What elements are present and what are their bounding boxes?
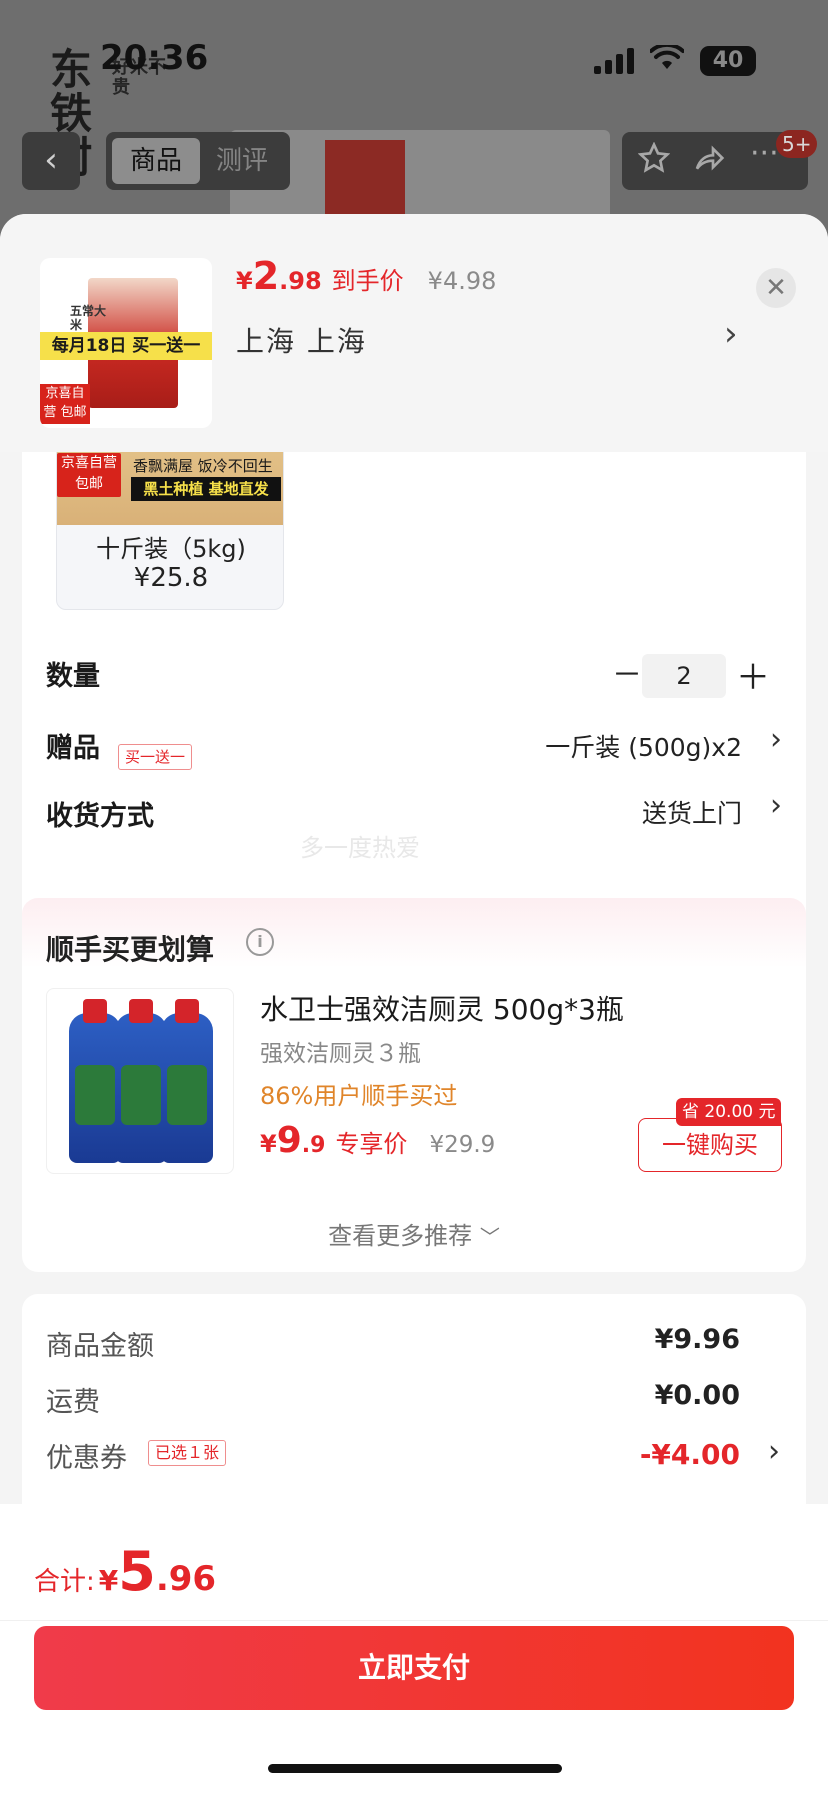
battery-icon: 40 xyxy=(700,46,756,76)
price-decimal: .98 xyxy=(279,267,322,295)
price-currency: ¥ xyxy=(236,267,253,295)
rec-original-price: ¥29.9 xyxy=(429,1132,496,1158)
close-icon: ✕ xyxy=(765,273,787,303)
rec-price-decimal: .9 xyxy=(301,1133,326,1158)
recommend-product-name[interactable]: 水卫士强效洁厕灵 500g*3瓶 xyxy=(260,988,624,1028)
goods-amount-value: ¥9.96 xyxy=(654,1324,740,1355)
one-click-buy-button[interactable]: 一键购买 xyxy=(638,1118,782,1172)
status-time: 20:36 xyxy=(100,38,209,78)
recommend-title: 顺手买更划算 xyxy=(46,933,215,966)
spec-img-line2: 黑土种植 基地直发 xyxy=(131,477,281,501)
chevron-right-icon[interactable]: › xyxy=(724,314,738,354)
wifi-icon xyxy=(649,42,685,79)
chevron-right-icon[interactable]: › xyxy=(770,722,782,757)
recommend-product-subtitle: 强效洁厕灵３瓶 xyxy=(260,1041,421,1067)
original-price: ¥4.98 xyxy=(427,267,497,295)
rec-price-label: 专享价 xyxy=(335,1130,408,1158)
more-recommend-link[interactable]: 查看更多推荐 ﹀ xyxy=(22,1216,806,1251)
purchase-sheet: 五常大米 每月18日 买一送一 京喜自营 包邮 ¥2.98 到手价 ¥4.98 上海… xyxy=(0,214,828,1796)
coupon-value[interactable]: -¥4.00 xyxy=(640,1438,740,1471)
sheet-header: 五常大米 每月18日 买一送一 京喜自营 包邮 ¥2.98 到手价 ¥4.98 上海… xyxy=(0,214,828,452)
back-button[interactable]: ‹ xyxy=(22,132,80,190)
delivery-method-value[interactable]: 送货上门 xyxy=(642,794,742,830)
tab-product[interactable]: 商品 xyxy=(112,138,200,184)
chevron-right-icon[interactable]: › xyxy=(770,788,782,823)
quantity-plus-button[interactable]: ＋ xyxy=(736,650,770,699)
total-decimal: .96 xyxy=(155,1559,217,1599)
chevron-right-icon[interactable]: › xyxy=(768,1434,780,1469)
recommend-product-image[interactable] xyxy=(46,988,234,1174)
spec-img-line1: 香飘满屋 饭冷不回生 xyxy=(133,457,273,475)
gift-value[interactable]: 一斤装 (500g)x2 xyxy=(545,728,742,764)
total-price: 合计: ¥5.96 xyxy=(34,1540,216,1603)
quantity-label: 数量 xyxy=(46,661,100,692)
delivery-method-label: 收货方式 xyxy=(46,801,154,832)
more-recommend-label: 查看更多推荐 xyxy=(328,1222,473,1250)
quantity-input[interactable]: 2 xyxy=(642,654,726,698)
coupon-label: 优惠券 xyxy=(46,1443,127,1474)
thumb-tag: 京喜自营 包邮 xyxy=(40,384,90,424)
cart-badge: 5+ xyxy=(776,130,818,158)
recommend-bought-rate: 86%用户顺手买过 xyxy=(260,1082,458,1110)
thumb-brand: 五常大米 xyxy=(70,304,107,332)
rec-price-integer: 9 xyxy=(276,1120,302,1161)
spec-price: ¥25.8 xyxy=(133,563,209,593)
thumb-banner: 每月18日 买一送一 xyxy=(40,332,212,360)
total-integer: 5 xyxy=(118,1540,156,1603)
header-price: ¥2.98 到手价 ¥4.98 xyxy=(236,254,496,298)
shipping-value: ¥0.00 xyxy=(654,1380,740,1411)
product-tabs: 商品 测评 xyxy=(106,132,290,190)
rec-price-currency: ¥ xyxy=(260,1130,277,1158)
total-label: 合计: xyxy=(34,1567,95,1597)
save-badge: 省 20.00 元 xyxy=(676,1098,782,1126)
spec-name: 十斤装（5kg) xyxy=(96,535,246,563)
signal-icon xyxy=(594,48,636,74)
gift-label: 赠品 xyxy=(46,733,100,764)
total-currency: ¥ xyxy=(98,1564,119,1597)
delivery-location[interactable]: 上海 上海 xyxy=(236,320,367,360)
spec-tag: 京喜自营 包邮 xyxy=(57,453,121,497)
footer-divider xyxy=(0,1620,828,1621)
tab-review[interactable]: 测评 xyxy=(198,138,286,184)
goods-amount-label: 商品金额 xyxy=(46,1331,154,1362)
recommend-card: 顺手买更划算 i 水卫士强效洁厕灵 500g*3瓶 强效洁厕灵３瓶 86%用户顺… xyxy=(22,898,806,1272)
close-button[interactable]: ✕ xyxy=(756,268,796,308)
share-icon[interactable] xyxy=(692,142,726,182)
chevron-down-icon: ﹀ xyxy=(479,1225,500,1249)
more-icon[interactable]: ··· xyxy=(750,136,779,171)
watermark: 多一度热爱 xyxy=(300,834,420,862)
price-integer: 2 xyxy=(252,254,280,298)
recommend-price: ¥9.9 专享价 ¥29.9 xyxy=(260,1120,495,1161)
quantity-minus-button[interactable]: － xyxy=(612,650,642,694)
shipping-label: 运费 xyxy=(46,1387,100,1418)
product-thumbnail: 五常大米 每月18日 买一送一 京喜自营 包邮 xyxy=(40,258,212,428)
back-icon: ‹ xyxy=(44,140,58,180)
home-indicator[interactable] xyxy=(268,1764,562,1773)
pay-now-button[interactable]: 立即支付 xyxy=(34,1626,794,1710)
info-icon[interactable]: i xyxy=(246,928,274,956)
price-label: 到手价 xyxy=(331,267,404,295)
star-icon[interactable] xyxy=(637,141,671,182)
gift-badge: 买一送一 xyxy=(118,744,193,770)
coupon-badge: 已选１张 xyxy=(148,1440,227,1466)
